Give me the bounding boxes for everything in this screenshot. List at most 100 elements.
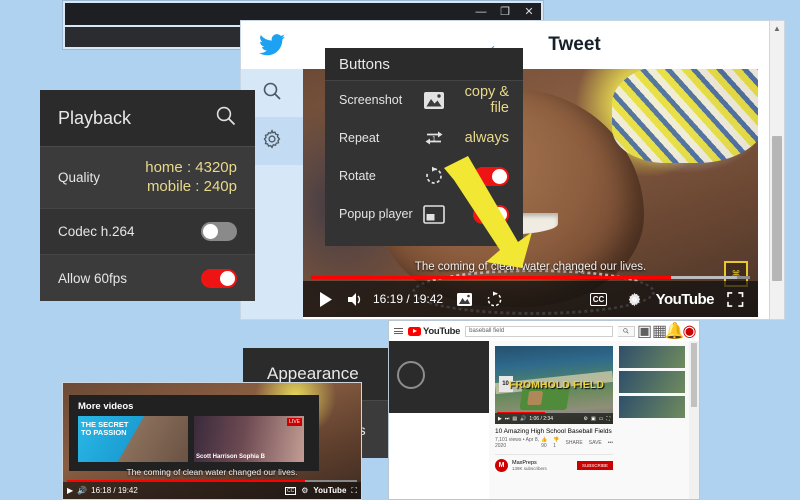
gear-icon[interactable]: ⚙ xyxy=(584,416,588,422)
youtube-logo-text: YouTube xyxy=(423,326,460,337)
thumbnail-interview-caption: Scott Harrison Sophia B xyxy=(196,454,265,460)
youtube-video-meta: 10 Amazing High School Baseball Fields 7… xyxy=(495,424,613,472)
more-videos-thumbnails: THE SECRET TO PASSION LIVE Scott Harriso… xyxy=(69,416,319,462)
codec-toggle[interactable] xyxy=(201,222,237,241)
play-button[interactable] xyxy=(311,284,341,314)
scrollbar-thumb[interactable] xyxy=(691,343,697,407)
miniplayer-icon[interactable]: ▣ xyxy=(591,416,596,422)
create-video-icon[interactable]: ▣ xyxy=(640,327,649,336)
apps-grid-icon[interactable]: ▦ xyxy=(655,327,664,336)
video-title: 10 Amazing High School Baseball Fields xyxy=(495,428,613,435)
screenshot-icon[interactable] xyxy=(449,284,479,314)
window-controls: — ❐ ✕ xyxy=(473,3,537,21)
like-button[interactable]: 👍 90 xyxy=(541,437,547,449)
share-button[interactable]: SHARE xyxy=(566,440,583,446)
youtube-topbar: YouTube baseball field ▣ ▦ 🔔 ◉ xyxy=(389,321,699,342)
related-video-thumb[interactable] xyxy=(619,346,685,368)
next-icon[interactable]: ⏭ xyxy=(505,416,510,422)
more-actions-button[interactable]: ••• xyxy=(608,440,613,446)
live-badge: LIVE xyxy=(287,418,302,426)
bottom-left-time-display: 16:18 / 19:42 xyxy=(91,486,138,495)
youtube-browser-window: YouTube baseball field ▣ ▦ 🔔 ◉ 10 FROMHO… xyxy=(388,320,700,500)
closed-captions-icon[interactable]: CC xyxy=(285,487,296,495)
search-icon xyxy=(262,81,282,106)
fullscreen-icon[interactable]: ⛶ xyxy=(606,416,610,422)
rotate-icon[interactable] xyxy=(479,284,509,314)
buttons-row-repeat[interactable]: Repeat 1 always xyxy=(325,119,523,157)
channel-info: MaxPreps 139K subscribers xyxy=(512,460,547,471)
more-videos-overlay: More videos THE SECRET TO PASSION LIVE S… xyxy=(69,395,319,471)
twitter-bird-icon[interactable] xyxy=(241,34,303,56)
play-icon[interactable]: ▶ xyxy=(67,486,73,495)
subscribe-button[interactable]: SUBSCRIBE xyxy=(577,461,613,470)
rotate-icon xyxy=(417,166,451,186)
video-progress-bar[interactable] xyxy=(311,276,750,279)
more-videos-title: More videos xyxy=(69,395,319,416)
youtube-top-icons: ▣ ▦ 🔔 ◉ xyxy=(640,327,694,336)
youtube-embedded-player[interactable]: 10 FROMHOLD FIELD ▶ ⏭ ▤ 🔊 1:06 / 2:34 ⚙ … xyxy=(495,346,613,424)
thumbnail-interview[interactable]: LIVE Scott Harrison Sophia B xyxy=(194,416,304,462)
channel-subscribers: 139K subscribers xyxy=(512,466,547,471)
popup-toggle-knob xyxy=(492,207,507,222)
notifications-bell-icon[interactable]: 🔔 xyxy=(670,327,679,336)
youtube-left-rail xyxy=(389,341,489,499)
page-scrollbar[interactable]: ▲ xyxy=(769,20,785,320)
dislike-button[interactable]: 👎 1 xyxy=(553,437,559,449)
buttons-row-rotate[interactable]: Rotate xyxy=(325,157,523,195)
account-avatar-icon[interactable]: ◉ xyxy=(685,327,694,336)
related-video-thumb[interactable] xyxy=(619,371,685,393)
save-button[interactable]: SAVE xyxy=(589,440,602,446)
settings-gear-icon[interactable] xyxy=(620,284,650,314)
youtube-wordmark[interactable]: YouTube xyxy=(656,291,714,308)
buttons-panel-body: Screenshot copy & file Repeat 1 always R… xyxy=(325,80,523,246)
youtube-logo[interactable]: YouTube xyxy=(408,326,460,337)
search-icon[interactable] xyxy=(215,105,237,132)
thumbnail-secret-to-passion[interactable]: THE SECRET TO PASSION xyxy=(78,416,188,462)
channel-row: M MaxPreps 139K subscribers SUBSCRIBE xyxy=(495,454,613,472)
fullscreen-icon[interactable] xyxy=(720,284,750,314)
repeat-one-icon: 1 xyxy=(417,128,451,148)
scrollbar-thumb[interactable] xyxy=(772,136,782,281)
avatar[interactable]: M xyxy=(495,459,508,472)
search-input[interactable]: baseball field xyxy=(465,326,613,337)
volume-icon[interactable]: 🔊 xyxy=(77,486,87,495)
video-control-bar: 16:19 / 19:42 CC YouTube xyxy=(303,281,758,317)
playback-row-codec[interactable]: Codec h.264 xyxy=(40,209,255,255)
fps-toggle-knob xyxy=(220,271,235,286)
youtube-wordmark[interactable]: YouTube xyxy=(313,486,346,495)
volume-icon[interactable]: 🔊 xyxy=(520,416,526,422)
minimize-button[interactable]: — xyxy=(473,5,489,19)
scrollbar-up-arrow[interactable]: ▲ xyxy=(770,21,784,36)
youtube-related-sidebar xyxy=(619,341,689,499)
theater-icon[interactable]: ▭ xyxy=(599,416,604,422)
gear-icon[interactable]: ⚙ xyxy=(301,486,308,495)
maximize-button[interactable]: ❐ xyxy=(497,5,513,19)
screenshot-icon[interactable]: ▤ xyxy=(512,416,517,422)
video-stats-row: 7,101 views • Apr 8, 2020 👍 90 👎 1 SHARE… xyxy=(495,437,613,449)
popup-toggle-wrap xyxy=(451,205,509,224)
volume-button[interactable] xyxy=(341,284,371,314)
search-button[interactable] xyxy=(618,326,635,337)
fps-toggle[interactable] xyxy=(201,269,237,288)
buttons-row-popup-label: Popup player xyxy=(339,207,417,221)
closed-captions-icon[interactable]: CC xyxy=(584,284,614,314)
video-stats: 7,101 views • Apr 8, 2020 xyxy=(495,437,541,449)
fullscreen-icon[interactable]: ⛶ xyxy=(351,486,357,496)
buttons-row-repeat-label: Repeat xyxy=(339,131,417,145)
playback-settings-panel: Playback Quality home : 4320p mobile : 2… xyxy=(40,90,255,300)
player-time-display: 1:06 / 2:34 xyxy=(529,416,553,422)
rotate-toggle[interactable] xyxy=(473,167,509,186)
buttons-row-popup[interactable]: Popup player xyxy=(325,195,523,233)
play-icon[interactable]: ▶ xyxy=(498,416,502,422)
svg-text:1: 1 xyxy=(432,136,436,143)
playback-row-quality[interactable]: Quality home : 4320p mobile : 240p xyxy=(40,147,255,209)
popup-toggle[interactable] xyxy=(473,205,509,224)
related-video-thumb[interactable] xyxy=(619,396,685,418)
youtube-window-scrollbar[interactable] xyxy=(689,341,699,499)
hamburger-menu-icon[interactable] xyxy=(394,328,403,334)
close-button[interactable]: ✕ xyxy=(521,5,537,19)
playback-row-fps[interactable]: Allow 60fps xyxy=(40,255,255,301)
bottom-left-video-player[interactable]: More videos THE SECRET TO PASSION LIVE S… xyxy=(62,382,362,500)
buttons-row-screenshot[interactable]: Screenshot copy & file xyxy=(325,81,523,119)
buttons-row-rotate-label: Rotate xyxy=(339,169,417,183)
